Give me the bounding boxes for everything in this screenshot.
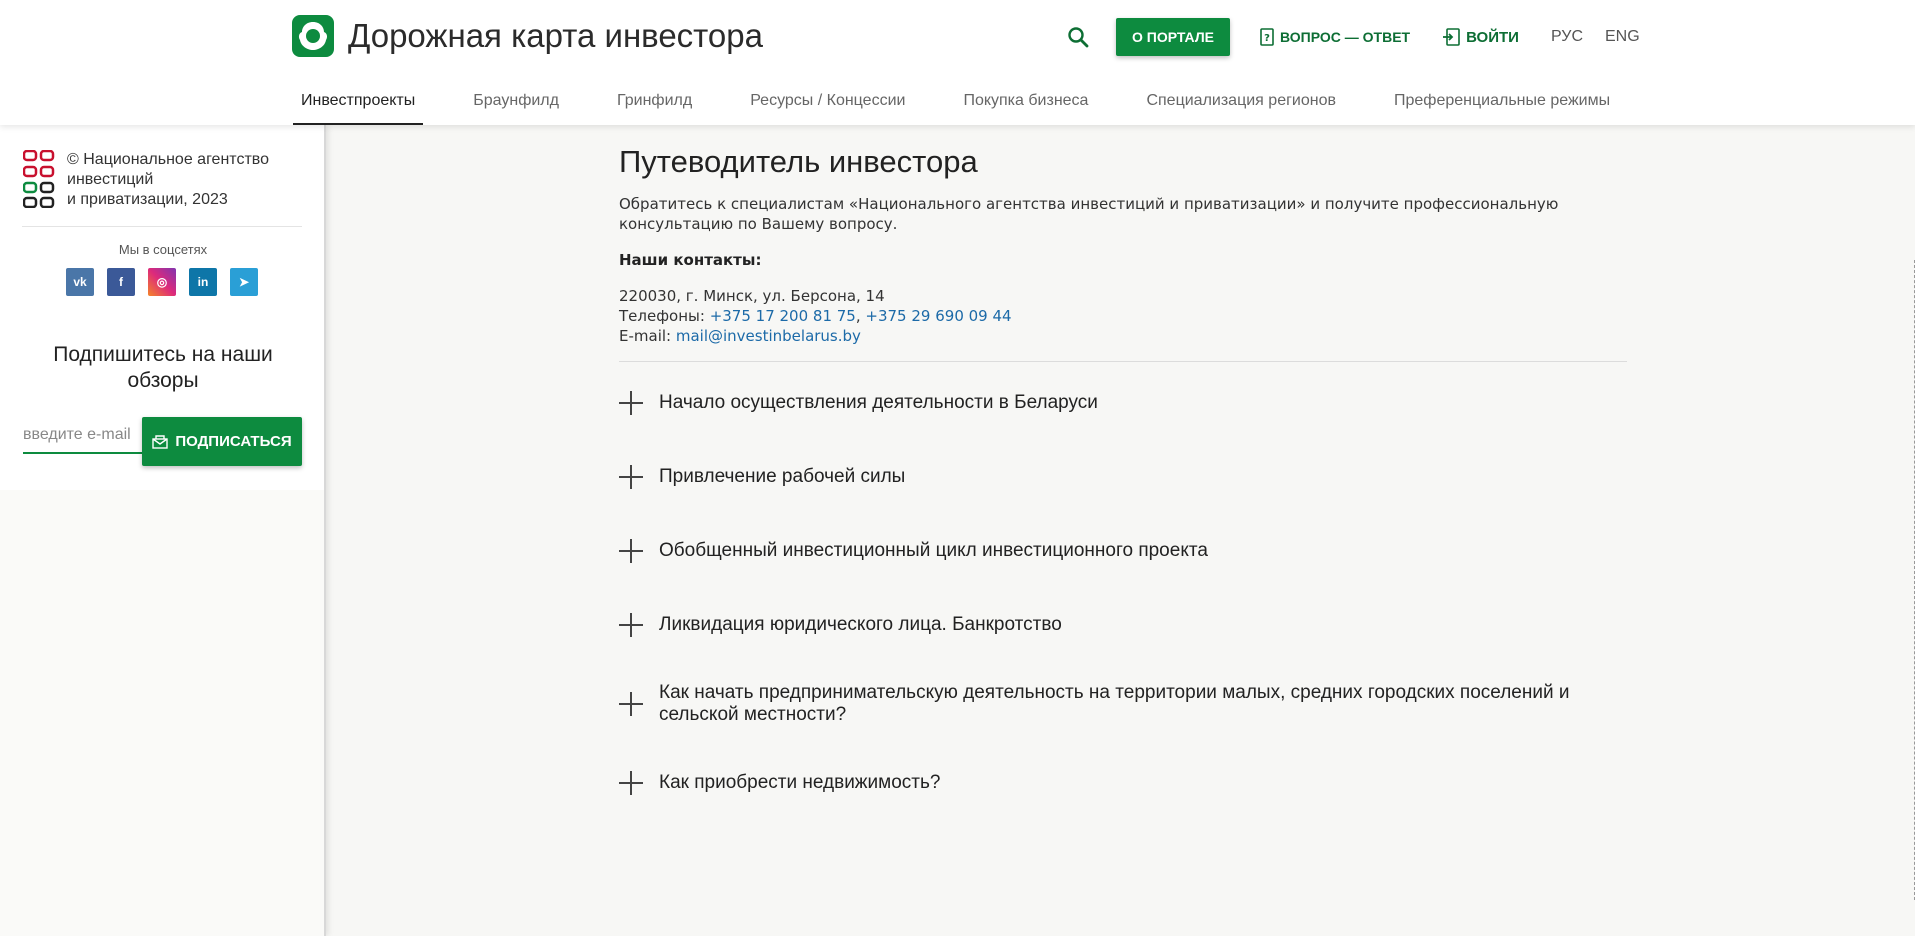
qa-link-label: ВОПРОС — ОТВЕТ: [1280, 29, 1411, 45]
plus-icon: [619, 692, 643, 716]
email-line: E-mail: mail@investinbelarus.by: [619, 326, 1627, 346]
qa-link[interactable]: ? ВОПРОС — ОТВЕТ: [1260, 28, 1410, 46]
contact-details: 220030, г. Минск, ул. Берсона, 14 Телефо…: [619, 286, 1627, 346]
email-link[interactable]: mail@investinbelarus.by: [676, 327, 861, 345]
nav-item-preferential[interactable]: Преференциальные режимы: [1386, 86, 1618, 125]
accordion-item-label: Обобщенный инвестиционный цикл инвестици…: [659, 540, 1208, 561]
subscribe-title: Подпишитесь на наши обзоры: [53, 343, 273, 392]
top-actions: О ПОРТАЛЕ ? ВОПРОС — ОТВЕТ ВОЙТИ РУС ENG: [1060, 18, 1640, 56]
plus-icon: [619, 771, 643, 795]
agency-copyright: © Национальное агентство инвестиций и пр…: [67, 150, 307, 210]
agency-logo-icon: [23, 150, 55, 208]
envelope-icon: [152, 434, 169, 449]
login-icon: [1443, 28, 1460, 46]
plus-icon: [619, 391, 643, 415]
search-icon: [1068, 27, 1089, 48]
accordion-item[interactable]: Обобщенный инвестиционный цикл инвестици…: [619, 528, 1627, 574]
site-header: Дорожная карта инвестора О ПОРТАЛЕ ? ВОП…: [0, 0, 1915, 125]
lang-en-link[interactable]: ENG: [1605, 28, 1640, 46]
page-title: Путеводитель инвестора: [619, 144, 978, 179]
svg-text:?: ?: [1264, 33, 1270, 44]
plus-icon: [619, 465, 643, 489]
search-button[interactable]: [1060, 19, 1096, 55]
accordion-item-label: Ликвидация юридического лица. Банкротств…: [659, 614, 1062, 635]
login-link-label: ВОЙТИ: [1466, 28, 1519, 46]
subscribe-button-label: ПОДПИСАТЬСЯ: [175, 433, 292, 450]
nav-item-brownfield[interactable]: Браунфилд: [465, 86, 567, 125]
accordion-item[interactable]: Начало осуществления деятельности в Бела…: [619, 380, 1627, 426]
facebook-icon[interactable]: f: [107, 268, 135, 296]
guide-accordion: Начало осуществления деятельности в Бела…: [619, 380, 1627, 806]
main-nav: Инвестпроекты Браунфилд Гринфилд Ресурсы…: [293, 86, 1660, 125]
document-question-icon: ?: [1260, 28, 1274, 46]
about-portal-button[interactable]: О ПОРТАЛЕ: [1116, 18, 1230, 56]
subscribe-button[interactable]: ПОДПИСАТЬСЯ: [142, 417, 302, 466]
address-text: 220030, г. Минск, ул. Берсона, 14: [619, 287, 885, 305]
plus-icon: [619, 613, 643, 637]
phones-line: Телефоны: +375 17 200 81 75, +375 29 690…: [619, 306, 1627, 326]
linkedin-icon[interactable]: in: [189, 268, 217, 296]
sidebar-divider: [22, 226, 302, 227]
nav-item-investprojects[interactable]: Инвестпроекты: [293, 86, 424, 125]
intro-text: Обратитесь к специалистам «Национального…: [619, 195, 1559, 233]
nav-item-greenfield[interactable]: Гринфилд: [609, 86, 700, 125]
accordion-item[interactable]: Привлечение рабочей силы: [619, 454, 1627, 500]
email-label: E-mail:: [619, 327, 676, 345]
sidebar: © Национальное агентство инвестиций и пр…: [0, 125, 326, 936]
accordion-item[interactable]: Ликвидация юридического лица. Банкротств…: [619, 602, 1627, 648]
agency-info: © Национальное агентство инвестиций и пр…: [23, 150, 307, 210]
nav-item-business-purchase[interactable]: Покупка бизнеса: [955, 86, 1096, 125]
main-content: Путеводитель инвестора Обратитесь к спец…: [619, 125, 1627, 806]
accordion-item-label: Начало осуществления деятельности в Бела…: [659, 392, 1098, 413]
phone-separator: ,: [855, 307, 866, 325]
logo-icon: [292, 15, 334, 57]
vk-icon[interactable]: vk: [66, 268, 94, 296]
lang-ru-link[interactable]: РУС: [1551, 28, 1583, 46]
sidebar-empty-area: [0, 490, 324, 936]
social-links: vk f ◎ in ➤: [66, 268, 271, 296]
site-title: Дорожная карта инвестора: [348, 17, 763, 54]
nav-item-regions[interactable]: Специализация регионов: [1138, 86, 1344, 125]
contacts-heading: Наши контакты:: [619, 251, 762, 269]
content-divider: [619, 361, 1627, 362]
page-edge-marker: [1911, 260, 1915, 900]
phones-label: Телефоны:: [619, 307, 710, 325]
login-link[interactable]: ВОЙТИ: [1442, 28, 1519, 46]
site-logo[interactable]: Дорожная карта инвестора: [292, 15, 763, 57]
instagram-icon[interactable]: ◎: [148, 268, 176, 296]
accordion-item-label: Как начать предпринимательскую деятельно…: [659, 682, 1570, 725]
accordion-item-label: Как приобрести недвижимость?: [659, 772, 941, 793]
subscribe-email-input[interactable]: [23, 417, 145, 454]
phone-link-1[interactable]: +375 17 200 81 75: [710, 307, 856, 325]
agency-line-1: © Национальное агентство инвестиций: [67, 151, 269, 188]
accordion-item[interactable]: Как приобрести недвижимость?: [619, 760, 1627, 806]
social-title: Мы в соцсетях: [118, 242, 208, 257]
telegram-icon[interactable]: ➤: [230, 268, 258, 296]
plus-icon: [619, 539, 643, 563]
accordion-item[interactable]: Как начать предпринимательскую деятельно…: [619, 676, 1627, 732]
phone-link-2[interactable]: +375 29 690 09 44: [865, 307, 1011, 325]
accordion-item-label: Привлечение рабочей силы: [659, 466, 906, 487]
nav-item-resources[interactable]: Ресурсы / Концессии: [742, 86, 913, 125]
agency-line-2: и приватизации, 2023: [67, 191, 228, 208]
